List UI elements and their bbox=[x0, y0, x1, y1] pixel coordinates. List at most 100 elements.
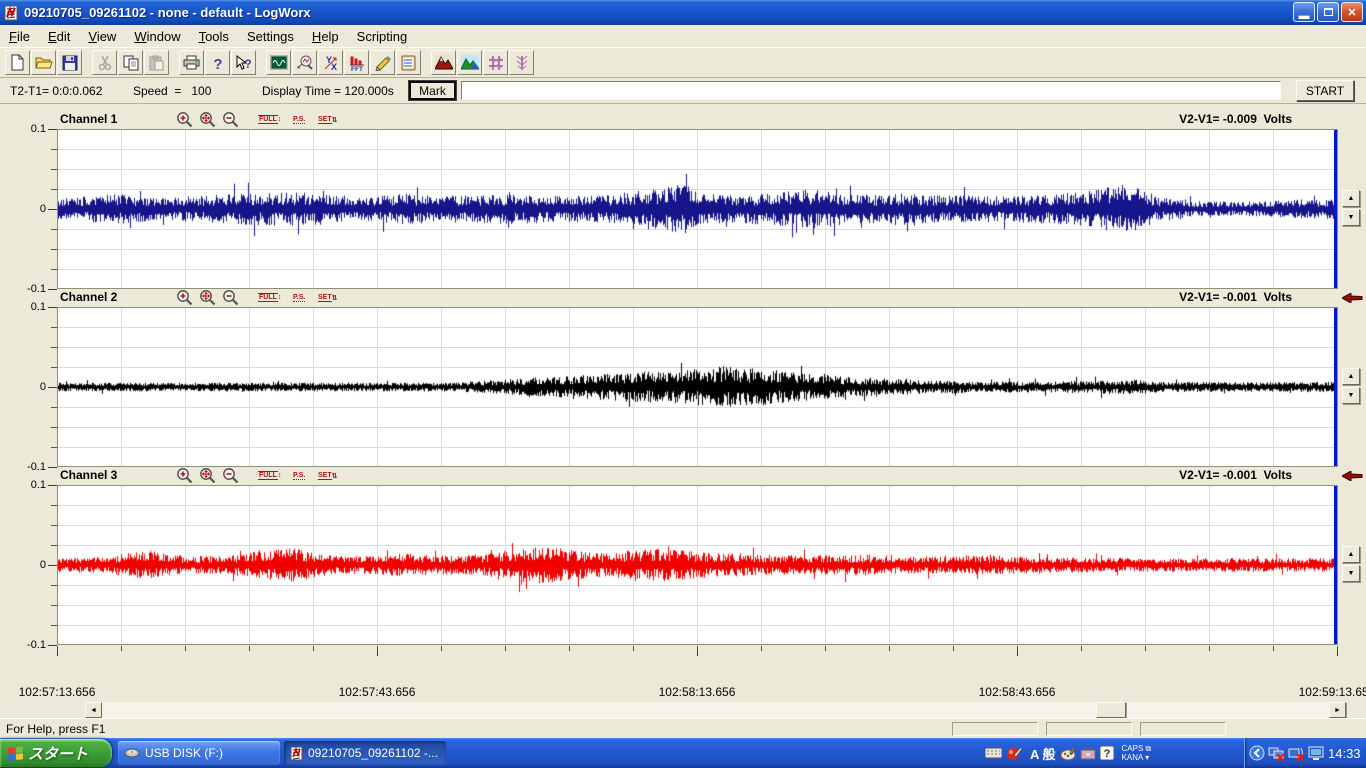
channel-1-zoom-in-icon[interactable] bbox=[176, 111, 193, 128]
menu-item-edit[interactable]: Edit bbox=[39, 27, 79, 46]
channel-2-v2v1-readout: V2-V1= -0.001 Volts bbox=[1092, 290, 1292, 304]
hscroll-thumb[interactable] bbox=[1096, 702, 1126, 718]
hscroll-track[interactable] bbox=[102, 702, 1329, 718]
status-panel-1 bbox=[952, 722, 1038, 736]
channel-2-full-scale-icon[interactable]: FULL↕ bbox=[258, 289, 281, 306]
channel-3-zoom-out-icon[interactable] bbox=[222, 467, 239, 484]
channel-2-set-icon[interactable]: SET⇅ bbox=[318, 289, 338, 306]
toolbar-xy-axis-icon[interactable]: YX bbox=[318, 50, 343, 75]
channel-3-full-scale-icon[interactable]: FULL↕ bbox=[258, 467, 281, 484]
toolbar-lattice-b-icon[interactable] bbox=[509, 50, 534, 75]
toolbar-mountain-red-icon[interactable] bbox=[431, 50, 456, 75]
taskbar: スタート USB DISK (F:) 09210705_09261102 -...… bbox=[0, 738, 1366, 768]
channel-2-zoom-all-icon[interactable] bbox=[199, 289, 216, 306]
channel-2-ytick-label: 0 bbox=[12, 381, 46, 393]
toolbar-help-icon[interactable]: ? bbox=[205, 50, 230, 75]
svg-text:?: ? bbox=[1103, 748, 1110, 760]
marker-text-field[interactable] bbox=[461, 81, 1281, 100]
hscroll-right-arrow[interactable]: ► bbox=[1329, 702, 1346, 718]
channel-1-scale-down-button[interactable]: ▼ bbox=[1342, 209, 1360, 226]
caps-kana-indicator[interactable]: CAPS ⧉ KANA ▾ bbox=[1122, 744, 1152, 762]
channel-1-scale-up-button[interactable]: ▲ bbox=[1342, 190, 1360, 207]
taskbar-task-1[interactable]: USB DISK (F:) bbox=[118, 741, 280, 765]
menu-item-settings[interactable]: Settings bbox=[238, 27, 303, 46]
ime-help-icon[interactable]: ? bbox=[1100, 746, 1114, 760]
menu-item-help[interactable]: Help bbox=[303, 27, 348, 46]
toolbar-pencil-icon[interactable] bbox=[370, 50, 395, 75]
task-label: USB DISK (F:) bbox=[145, 746, 223, 760]
restore-button[interactable] bbox=[1317, 2, 1339, 22]
display-settings-icon[interactable] bbox=[1308, 745, 1324, 761]
channel-2-scale-down-button[interactable]: ▼ bbox=[1342, 387, 1360, 404]
toolbar-mountain-green-icon[interactable] bbox=[457, 50, 482, 75]
channel-1-zoom-out-icon[interactable] bbox=[222, 111, 239, 128]
menu-item-view[interactable]: View bbox=[79, 27, 125, 46]
channel-3-scale-up-button[interactable]: ▲ bbox=[1342, 546, 1360, 563]
svg-text:?: ? bbox=[244, 57, 251, 71]
time-axis-label-4: 102:59:13.656 bbox=[1292, 685, 1366, 699]
toolbar-print-icon[interactable] bbox=[179, 50, 204, 75]
toolbar-open-icon[interactable] bbox=[31, 50, 56, 75]
channel-3-cursor-line-v2[interactable] bbox=[1334, 486, 1337, 644]
channel-2-plot-pane[interactable] bbox=[57, 307, 1338, 467]
channel-1-major-tick bbox=[48, 209, 57, 210]
channel-2-scale-up-button[interactable]: ▲ bbox=[1342, 368, 1360, 385]
toolbar-zoom-analysis-icon[interactable] bbox=[292, 50, 317, 75]
channel-3-ps-icon[interactable]: P.S. bbox=[293, 467, 305, 484]
window-title: 09210705_09261102 - none - default - Log… bbox=[24, 5, 311, 20]
channel-1-full-scale-icon[interactable]: FULL↕ bbox=[258, 111, 281, 128]
mark-button[interactable]: Mark bbox=[409, 81, 456, 100]
ime-mode-indicator[interactable]: A 般 bbox=[1030, 744, 1056, 763]
network-disconnected-icon[interactable] bbox=[1268, 745, 1285, 761]
wireless-disconnected-icon[interactable] bbox=[1288, 745, 1305, 761]
channel-1-plot-pane[interactable] bbox=[57, 129, 1338, 289]
toolbar-new-icon[interactable] bbox=[5, 50, 30, 75]
toolbar-save-icon[interactable] bbox=[57, 50, 82, 75]
system-tray: 14:33 bbox=[1244, 738, 1366, 768]
toolbar-lattice-a-icon[interactable] bbox=[483, 50, 508, 75]
channel-1-cursor-line-v2[interactable] bbox=[1334, 130, 1337, 288]
start-menu-button[interactable]: スタート bbox=[0, 739, 112, 767]
channel-3-ytick-label: -0.1 bbox=[12, 639, 46, 651]
ime-pen-icon[interactable] bbox=[1006, 745, 1022, 761]
toolbar-log-list-icon[interactable] bbox=[396, 50, 421, 75]
menu-item-window[interactable]: Window bbox=[125, 27, 189, 46]
ime-palette-icon[interactable] bbox=[1060, 745, 1076, 761]
tray-chevron-icon[interactable] bbox=[1249, 745, 1265, 761]
toolbar-scope-view-icon[interactable] bbox=[266, 50, 291, 75]
status-help-text: For Help, press F1 bbox=[6, 722, 105, 736]
channel-1-ps-icon[interactable]: P.S. bbox=[293, 111, 305, 128]
menu-item-file[interactable]: File bbox=[0, 27, 39, 46]
taskbar-task-2[interactable]: 09210705_09261102 -... bbox=[284, 741, 446, 765]
toolbar-context-help-icon[interactable]: ? bbox=[231, 50, 256, 75]
channel-3-ytick-label: 0.1 bbox=[12, 479, 46, 491]
channel-3-scale-down-button[interactable]: ▼ bbox=[1342, 565, 1360, 582]
start-button[interactable]: START bbox=[1296, 80, 1354, 101]
close-button[interactable]: ✕ bbox=[1341, 2, 1363, 22]
channel-3-set-icon[interactable]: SET⇅ bbox=[318, 467, 338, 484]
channel-3-marker-arrow-icon[interactable] bbox=[1342, 471, 1363, 481]
t2t1-readout: T2-T1= 0:0:0.062 bbox=[10, 84, 102, 98]
keyboard-icon[interactable] bbox=[985, 747, 1002, 759]
ime-toolbox-icon[interactable] bbox=[1080, 746, 1096, 760]
channel-2-cursor-line-v2[interactable] bbox=[1334, 308, 1337, 466]
channel-2-zoom-in-icon[interactable] bbox=[176, 289, 193, 306]
toolbar-copy-icon[interactable] bbox=[118, 50, 143, 75]
start-label: スタート bbox=[28, 743, 88, 764]
channel-2-zoom-out-icon[interactable] bbox=[222, 289, 239, 306]
channel-3-plot-pane[interactable] bbox=[57, 485, 1338, 645]
channel-3-zoom-in-icon[interactable] bbox=[176, 467, 193, 484]
channel-2-ps-icon[interactable]: P.S. bbox=[293, 289, 305, 306]
channel-1-zoom-all-icon[interactable] bbox=[199, 111, 216, 128]
minimize-button[interactable]: ▬ bbox=[1293, 2, 1315, 22]
hscroll-left-arrow[interactable]: ◄ bbox=[85, 702, 102, 718]
time-axis-label-1: 102:57:43.656 bbox=[332, 685, 422, 699]
taskbar-clock[interactable]: 14:33 bbox=[1328, 746, 1361, 761]
channel-1-set-icon[interactable]: SET⇅ bbox=[318, 111, 338, 128]
menu-item-tools[interactable]: Tools bbox=[190, 27, 238, 46]
channel-1-ytick-label: 0 bbox=[12, 203, 46, 215]
channel-3-zoom-all-icon[interactable] bbox=[199, 467, 216, 484]
menu-item-scripting[interactable]: Scripting bbox=[348, 27, 417, 46]
toolbar-fft-icon[interactable]: FFT bbox=[344, 50, 369, 75]
channel-2-marker-arrow-icon[interactable] bbox=[1342, 293, 1363, 303]
